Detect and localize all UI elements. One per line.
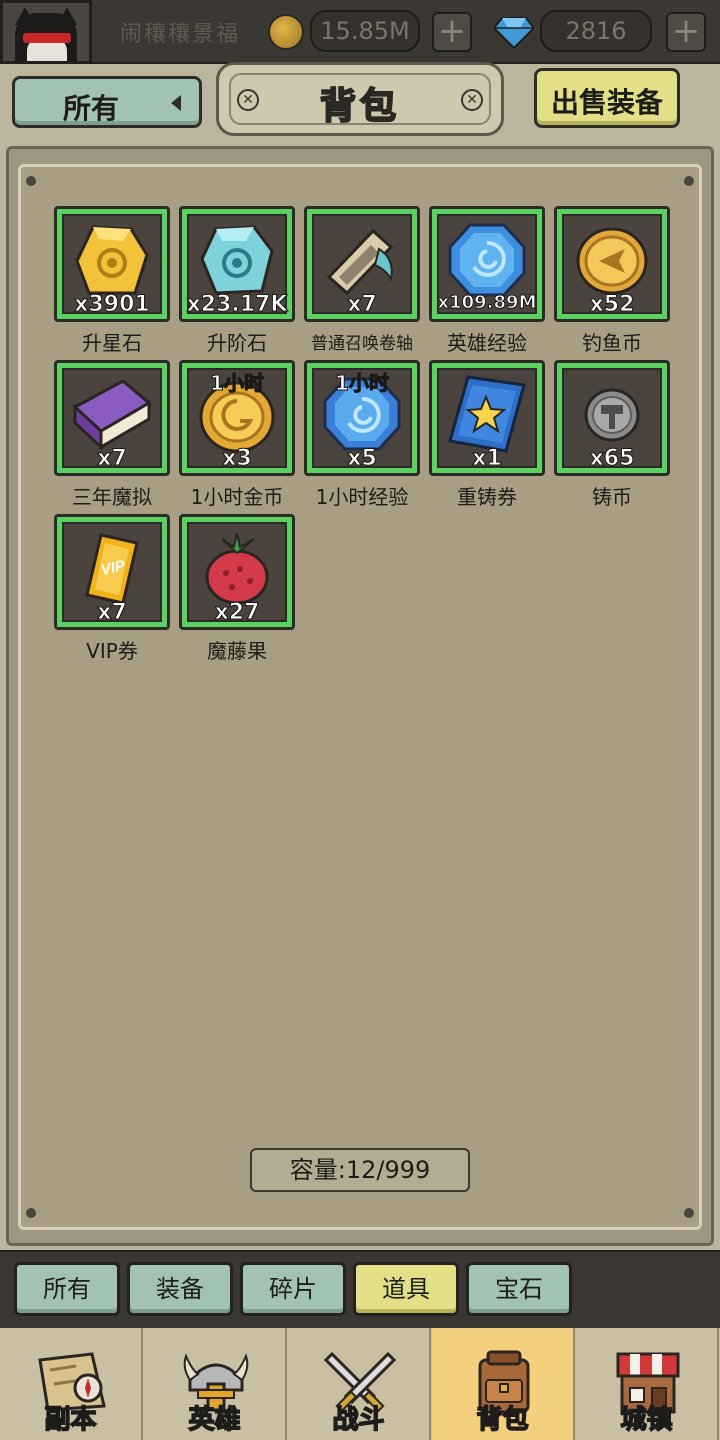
diamond-icon [494,17,534,48]
item-name: 英雄经验 [447,331,527,355]
item-quantity: x7 [97,446,128,472]
blue-exp-gem-icon [446,221,528,299]
sell-equipment-button[interactable]: 出售装备 [534,68,680,128]
add-gold-button[interactable]: + [432,12,472,52]
category-tab[interactable]: 装备 [127,1262,233,1316]
player-avatar[interactable] [0,0,92,64]
item-duration-tag: 1小时 [210,371,265,396]
item-quantity: x23.17K [186,292,288,318]
nav-item[interactable]: 城镇 [576,1328,719,1440]
item-name: 1小时金币 [190,485,284,509]
item-quantity: x65 [589,446,635,472]
inventory-panel [18,164,702,1230]
rivet-icon [26,176,36,186]
nav-label: 副本 [44,1404,98,1436]
gold-coin-icon [268,14,304,50]
rivet-icon [684,1208,694,1218]
item-slot[interactable]: x23.17K 升阶石 [179,206,295,355]
title-plate: ✕ 背包 ✕ [216,62,504,136]
caret-left-icon [171,95,181,111]
item-quantity: x7 [347,292,378,318]
gem-amount: 2816 [540,10,652,52]
category-tab[interactable]: 碎片 [240,1262,346,1316]
item-slot[interactable]: x7 普通召唤卷轴 [304,206,420,354]
item-name: 升星石 [82,331,142,355]
add-gem-button[interactable]: + [666,12,706,52]
filter-dropdown-button[interactable]: 所有 [12,76,202,128]
item-name: 普通召唤卷轴 [311,334,413,354]
item-slot[interactable]: x109.89M 英雄经验 [429,206,545,355]
item-slot[interactable]: 1小时 x5 1小时经验 [304,360,420,509]
item-slot[interactable]: x65 铸币 [554,360,670,509]
vip-ticket-icon: VIP [71,529,153,607]
berry-fruit-icon [196,529,278,607]
nav-label: 英雄 [188,1404,242,1436]
category-tab[interactable]: 道具 [353,1262,459,1316]
item-slot[interactable]: x3901 升星石 [54,206,170,355]
summon-scroll-icon [321,221,403,299]
rivet-icon [684,176,694,186]
item-slot[interactable]: x27 魔藤果 [179,514,295,663]
nav-label: 城镇 [620,1404,674,1436]
item-quantity: x7 [97,600,128,626]
item-quantity: x27 [214,600,260,626]
gold-amount: 15.85M [310,10,420,52]
item-quantity: x3 [222,446,253,472]
item-name: 铸币 [592,485,632,509]
item-quantity: x1 [472,446,503,472]
item-quantity: x52 [589,292,635,318]
purple-book-icon [71,375,153,453]
item-quantity: x109.89M [437,292,537,314]
fishing-coin-icon [571,221,653,299]
teal-rune-stone-icon [196,221,278,299]
top-status-bar: 闹穰穰景福 15.85M + 2816 + [0,0,720,64]
item-slot[interactable]: VIP x7 VIP券 [54,514,170,663]
item-slot[interactable]: x1 重铸券 [429,360,545,509]
reforge-ticket-icon [446,375,528,453]
nav-label: 背包 [476,1404,530,1436]
item-duration-tag: 1小时 [335,371,390,396]
sell-equipment-label: 出售装备 [550,86,663,119]
item-quantity: x5 [347,446,378,472]
item-name: 钓鱼币 [582,331,642,355]
nav-item[interactable]: 战斗 [288,1328,431,1440]
item-name: VIP券 [86,639,138,663]
nav-label: 战斗 [332,1404,386,1436]
item-name: 重铸券 [457,485,517,509]
nav-item[interactable]: 副本 [0,1328,143,1440]
item-slot[interactable]: x52 钓鱼币 [554,206,670,355]
nav-item[interactable]: 英雄 [144,1328,287,1440]
capacity-label: 容量:12/999 [250,1148,470,1192]
gold-rune-stone-icon [71,221,153,299]
category-tab[interactable]: 宝石 [466,1262,572,1316]
ornament-x-icon: ✕ [461,89,483,111]
player-name: 闹穰穰景福 [120,22,241,47]
item-name: 魔藤果 [207,639,267,663]
filter-label: 所有 [63,92,120,125]
item-name: 1小时经验 [315,485,409,509]
hammer-coin-icon [571,375,653,453]
nav-item[interactable]: 背包 [432,1328,575,1440]
item-name: 三年魔拟 [72,485,152,509]
item-slot[interactable]: 1小时 x3 1小时金币 [179,360,295,509]
item-quantity: x3901 [74,292,150,318]
item-slot[interactable]: x7 三年魔拟 [54,360,170,509]
page-title: 背包 [319,85,400,128]
item-name: 升阶石 [207,331,267,355]
category-tab[interactable]: 所有 [14,1262,120,1316]
rivet-icon [26,1208,36,1218]
